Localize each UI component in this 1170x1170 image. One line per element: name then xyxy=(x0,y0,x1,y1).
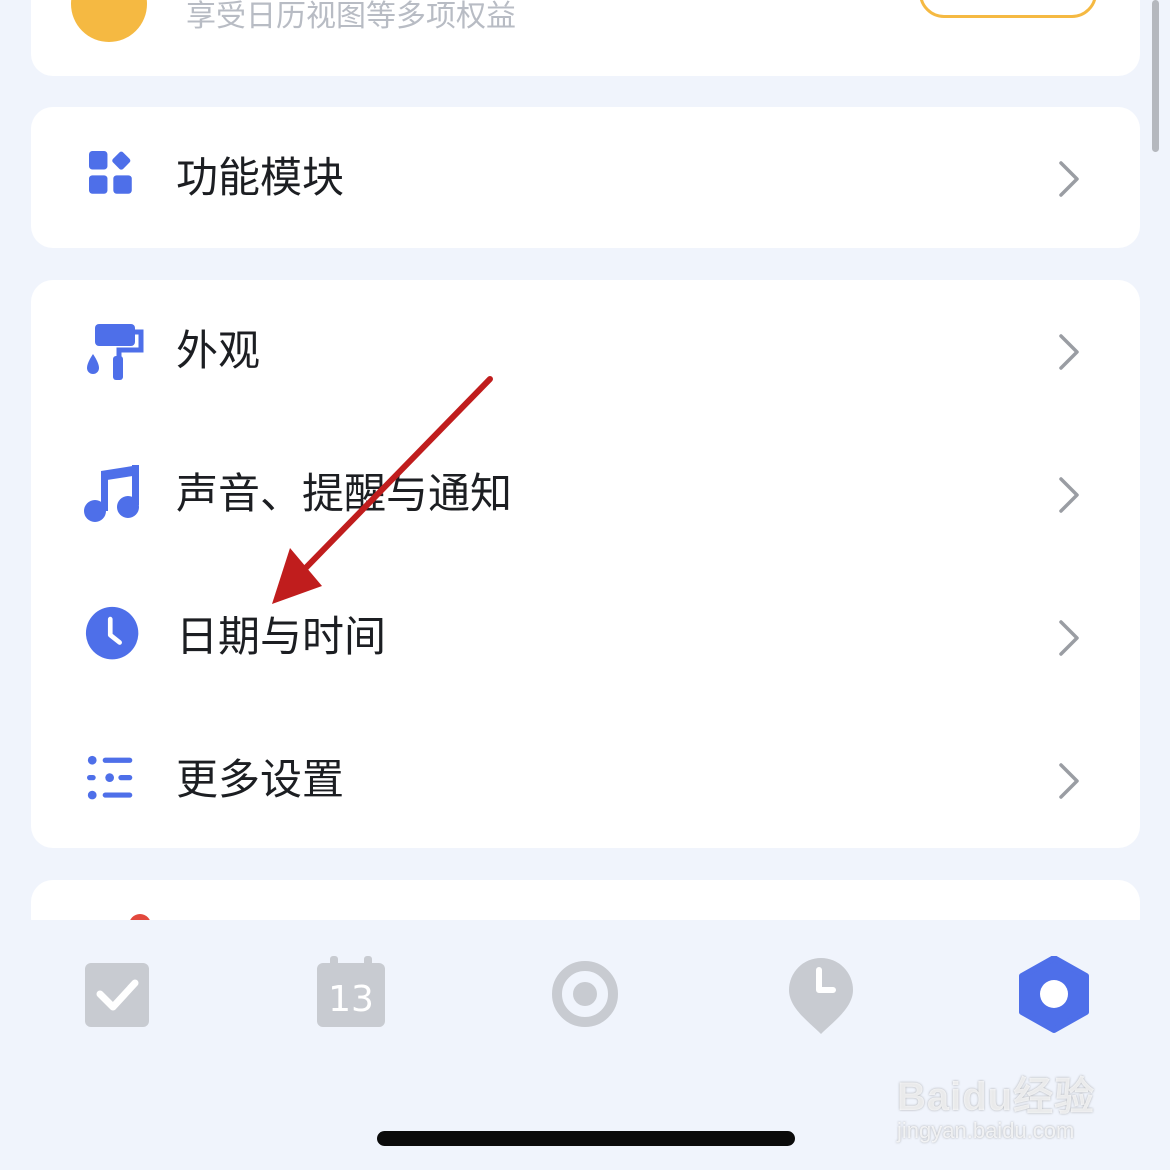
task-check-icon[interactable] xyxy=(84,956,160,1036)
premium-card[interactable]: 享受日历视图等多项权益 xyxy=(31,0,1140,76)
music-note-icon xyxy=(84,465,139,522)
settings-card: 外观 声音、提醒与通知 日期与时间 更多设置 xyxy=(31,280,1140,848)
settings-row-more[interactable]: 更多设置 xyxy=(31,709,1140,849)
settings-hexagon-icon[interactable] xyxy=(1016,956,1092,1036)
sound-label: 声音、提醒与通知 xyxy=(176,469,513,518)
appearance-label: 外观 xyxy=(176,326,261,375)
tab-calendar[interactable]: 13 xyxy=(316,956,392,1036)
watermark-brand: Baidu经验 xyxy=(897,1075,1096,1119)
clock-icon xyxy=(85,606,139,660)
features-label: 功能模块 xyxy=(176,153,345,202)
chevron-right-icon xyxy=(1059,334,1079,370)
premium-avatar xyxy=(71,0,147,42)
premium-subtitle: 享受日历视图等多项权益 xyxy=(186,0,516,34)
settings-row-appearance[interactable]: 外观 xyxy=(31,280,1140,420)
settings-row-features[interactable]: 功能模块 xyxy=(31,107,1140,247)
list-settings-icon xyxy=(87,755,133,800)
chevron-right-icon xyxy=(1059,620,1079,656)
watermark-url: jingyan.baidu.com xyxy=(897,1118,1075,1143)
settings-row-sound[interactable]: 声音、提醒与通知 xyxy=(31,423,1140,563)
paint-roller-icon xyxy=(87,324,144,380)
chevron-right-icon xyxy=(1059,477,1079,513)
watermark: Baidu经验 jingyan.baidu.com xyxy=(895,1040,1115,1150)
home-indicator xyxy=(377,1131,795,1146)
more-settings-label: 更多设置 xyxy=(176,755,345,804)
calendar-day: 13 xyxy=(328,979,374,1020)
scrollbar[interactable] xyxy=(1152,0,1159,152)
focus-ring-icon[interactable] xyxy=(548,956,624,1036)
chevron-right-icon xyxy=(1059,161,1079,197)
premium-upgrade-button[interactable] xyxy=(919,0,1097,18)
date-time-label: 日期与时间 xyxy=(176,612,387,661)
settings-row-date-time[interactable]: 日期与时间 xyxy=(31,566,1140,706)
features-card: 功能模块 xyxy=(31,107,1140,248)
location-clock-icon[interactable] xyxy=(786,956,862,1036)
grid-blocks-icon xyxy=(89,151,132,194)
chevron-right-icon xyxy=(1059,763,1079,799)
